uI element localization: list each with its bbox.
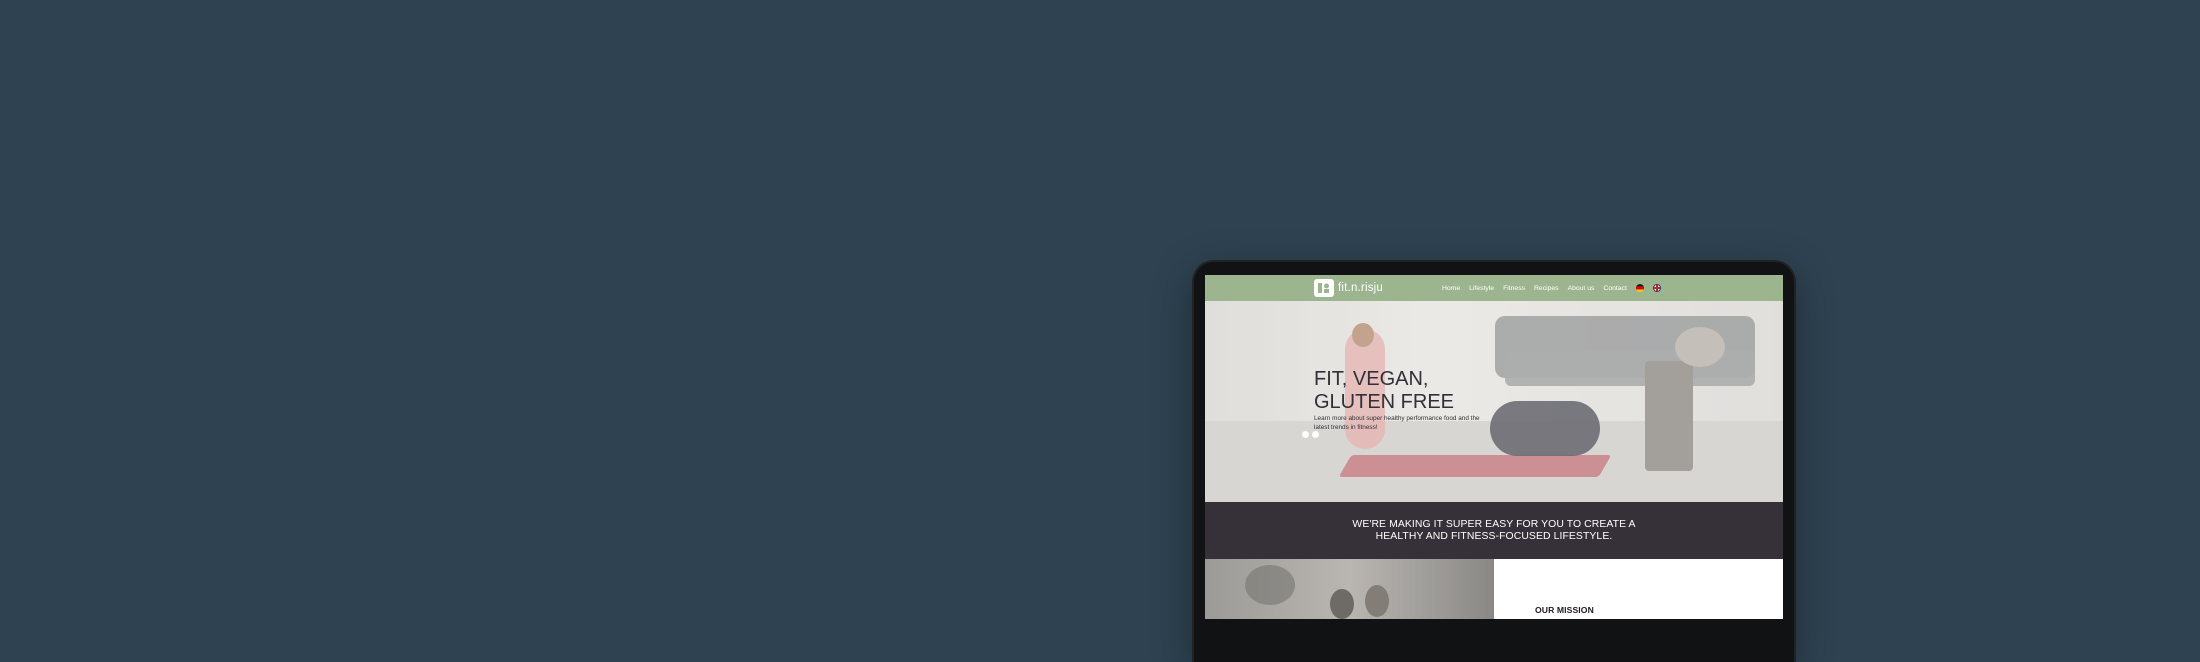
english-flag-icon[interactable] xyxy=(1652,284,1661,292)
nav-home[interactable]: Home xyxy=(1442,285,1460,292)
tagline-text: WE'RE MAKING IT SUPER EASY FOR YOU TO CR… xyxy=(1352,518,1636,542)
nav-about-us[interactable]: About us xyxy=(1568,285,1595,292)
hero-section: FIT, VEGAN, GLUTEN FREE Learn more about… xyxy=(1205,301,1783,502)
nav-recipes[interactable]: Recipes xyxy=(1534,285,1559,292)
mission-photo xyxy=(1205,559,1494,619)
slider-dot-2[interactable] xyxy=(1312,431,1319,438)
site-header: fit.n.risju Home Lifestyle Fitness Recip… xyxy=(1205,275,1783,301)
logo-text: fit.n.risju xyxy=(1338,282,1384,294)
nav-contact[interactable]: Contact xyxy=(1603,285,1626,292)
main-nav: Home Lifestyle Fitness Recipes About us … xyxy=(1442,275,1661,301)
mission-photo-person-2 xyxy=(1365,585,1389,617)
slider-dot-1[interactable] xyxy=(1302,431,1309,438)
mission-photo-person-1 xyxy=(1330,589,1354,619)
nav-lifestyle[interactable]: Lifestyle xyxy=(1469,285,1494,292)
logo[interactable]: fit.n.risju xyxy=(1314,279,1383,297)
hero-text: Learn more about super healthy performan… xyxy=(1314,415,1480,431)
german-flag-icon[interactable] xyxy=(1635,284,1644,292)
mission-heading: OUR MISSION xyxy=(1535,605,1594,615)
slider-dots xyxy=(1302,431,1319,438)
tagline-band: WE'RE MAKING IT SUPER EASY FOR YOU TO CR… xyxy=(1205,502,1783,559)
hero-title: FIT, VEGAN, GLUTEN FREE xyxy=(1314,368,1455,413)
logo-icon xyxy=(1314,279,1334,297)
nav-fitness[interactable]: Fitness xyxy=(1503,285,1525,292)
website-screen: fit.n.risju Home Lifestyle Fitness Recip… xyxy=(1205,275,1783,619)
mission-photo-tree xyxy=(1245,565,1295,605)
mission-section: OUR MISSION xyxy=(1494,559,1783,619)
